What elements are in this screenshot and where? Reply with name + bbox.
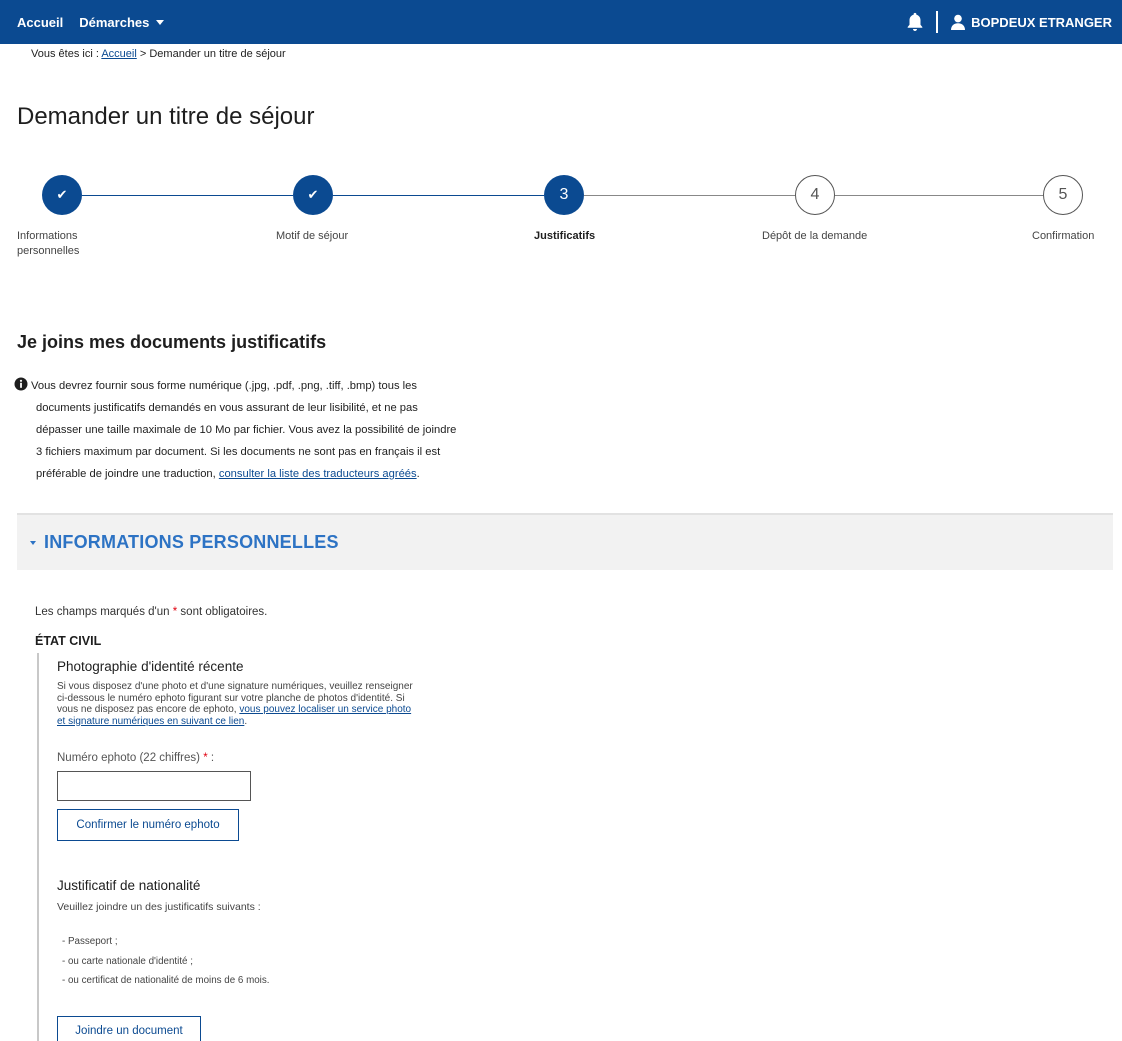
translators-list-link[interactable]: consulter la liste des traducteurs agréé… (219, 468, 417, 480)
step-3-label: Justificatifs (534, 230, 596, 242)
section-vertical-bar (37, 653, 39, 1041)
photo-desc-line-3: vous ne disposez pas encore de ephoto, v… (57, 704, 477, 716)
user-name: BOPDEUX ETRANGER (971, 14, 1112, 30)
checkmark-icon: ✔ (56, 187, 68, 202)
step-connector-1 (82, 195, 293, 196)
accordion-title: INFORMATIONS PERSONNELLES (44, 532, 339, 552)
nationality-section-title: Justificatif de nationalité (57, 878, 201, 893)
step-4-label: Dépôt de la demande (762, 230, 868, 242)
info-line-2: documents justificatifs demandés en vous… (36, 402, 418, 414)
nav-demarches-label: Démarches (79, 14, 150, 30)
breadcrumb-current: Demander un titre de séjour (149, 48, 286, 60)
page-title: Demander un titre de séjour (17, 103, 315, 130)
caret-down-icon (156, 20, 165, 25)
photo-service-link[interactable]: vous pouvez localiser un service photo (239, 704, 411, 715)
step-1-marker: ✔ (42, 175, 82, 215)
list-item: - Passeport ; (62, 936, 118, 947)
photo-description: Si vous disposez d'une photo et d'une si… (57, 681, 477, 727)
step-5-marker: 5 (1043, 175, 1083, 215)
required-fields-note: Les champs marqués d'un * sont obligatoi… (35, 606, 267, 618)
required-star: * (172, 606, 178, 618)
breadcrumb-home-link[interactable]: Accueil (101, 48, 136, 60)
step-connector-4 (835, 195, 1043, 196)
step-4-number: 4 (810, 186, 820, 203)
step-1-label-line2: personnelles (17, 245, 80, 257)
info-paragraph: Vous devrez fournir sous forme numérique… (14, 375, 524, 485)
step-1-label: Informations personnelles (17, 229, 79, 259)
step-connector-3 (584, 195, 795, 196)
ephoto-label-text: Numéro ephoto (22 chiffres) (57, 752, 200, 764)
nav-home-link[interactable]: Accueil (17, 15, 63, 30)
user-icon (951, 14, 966, 30)
step-2-label: Motif de séjour (276, 230, 349, 242)
ephoto-label-colon: : (210, 752, 215, 764)
info-line-4: 3 fichiers maximum par document. Si les … (36, 446, 441, 458)
breadcrumb-prefix: Vous êtes ici : (31, 48, 99, 60)
info-line-3: dépasser une taille maximale de 10 Mo pa… (36, 424, 457, 436)
ephoto-number-input[interactable] (57, 771, 251, 801)
list-item: - ou carte nationale d'identité ; (62, 955, 193, 967)
step-1-label-line1: Informations (17, 230, 78, 242)
photo-desc-line-4: et signature numériques en suivant ce li… (57, 716, 477, 728)
nav-demarches-dropdown[interactable]: Démarches (79, 14, 165, 30)
etat-civil-heading: ÉTAT CIVIL (35, 634, 102, 648)
nav-right: BOPDEUX ETRANGER (904, 0, 1112, 44)
photo-desc-line-3-text: vous ne disposez pas encore de ephoto, (57, 704, 237, 715)
nationality-documents-list: - Passeport ; - ou carte nationale d'ide… (62, 932, 269, 991)
confirm-ephoto-button[interactable]: Confirmer le numéro ephoto (57, 809, 239, 841)
required-note-before: Les champs marqués d'un (35, 606, 170, 618)
join-document-button[interactable]: Joindre un document (57, 1016, 201, 1041)
nationality-description: Veuillez joindre un des justificatifs su… (57, 901, 261, 913)
step-connector-2 (333, 195, 544, 196)
ephoto-field-label: Numéro ephoto (22 chiffres) * : (57, 752, 214, 764)
list-item: - ou certificat de nationalité de moins … (62, 975, 270, 986)
photo-desc-line-2: ci-dessous le numéro ephoto figurant sur… (57, 692, 405, 704)
photo-service-link-continued[interactable]: et signature numériques en suivant ce li… (57, 716, 244, 727)
nav-left: Accueil Démarches (0, 14, 165, 30)
bell-icon[interactable] (904, 11, 926, 33)
ephoto-required-star: * (203, 752, 208, 764)
breadcrumb-separator: > (139, 48, 147, 60)
step-2-marker: ✔ (293, 175, 333, 215)
step-4-marker: 4 (795, 175, 835, 215)
accordion-informations-personnelles[interactable]: INFORMATIONS PERSONNELLES (17, 513, 1113, 570)
info-icon (14, 377, 28, 391)
top-navigation-bar: Accueil Démarches BOPDEUX ETRANGER (0, 0, 1122, 44)
step-3-number: 3 (559, 186, 569, 203)
photo-desc-line-1: Si vous disposez d'une photo et d'une si… (57, 681, 413, 692)
required-note-after: sont obligatoires. (180, 606, 268, 618)
checkmark-icon: ✔ (307, 187, 319, 202)
photo-section-title: Photographie d'identité récente (57, 659, 244, 674)
step-5-label: Confirmation (1032, 230, 1095, 242)
photo-desc-line-4-end: . (244, 715, 248, 727)
caret-down-icon (30, 540, 36, 545)
user-menu[interactable]: BOPDEUX ETRANGER (950, 14, 1112, 30)
section-heading: Je joins mes documents justificatifs (17, 332, 327, 352)
nav-separator (936, 11, 939, 33)
step-3-marker: 3 (544, 175, 584, 215)
breadcrumb: Vous êtes ici : Accueil > Demander un ti… (31, 48, 286, 60)
info-line-5: préférable de joindre une traduction, co… (14, 463, 524, 485)
info-line-1: Vous devrez fournir sous forme numérique… (31, 380, 417, 392)
info-line-5-end: . (416, 468, 420, 480)
info-line-5-text: préférable de joindre une traduction, (36, 468, 216, 480)
step-5-number: 5 (1058, 186, 1068, 203)
